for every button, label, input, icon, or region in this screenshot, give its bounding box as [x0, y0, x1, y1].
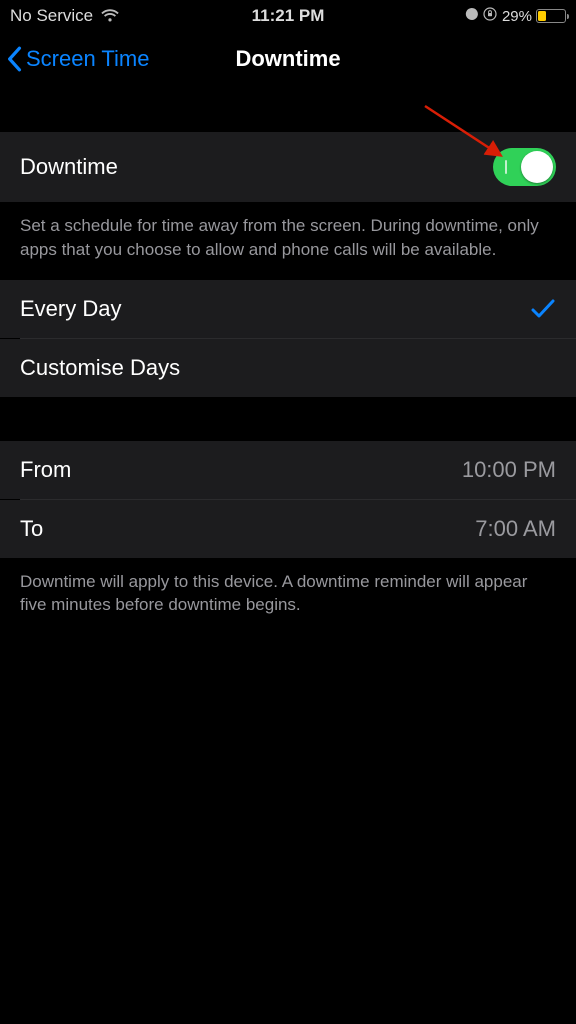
customise-days-label: Customise Days — [20, 355, 180, 381]
to-value: 7:00 AM — [475, 516, 556, 542]
from-time-row[interactable]: From 10:00 PM — [0, 441, 576, 499]
to-label: To — [20, 516, 43, 542]
battery-percent: 29% — [502, 8, 532, 25]
nav-bar: Screen Time Downtime — [0, 30, 576, 88]
back-button[interactable]: Screen Time — [0, 46, 150, 72]
chevron-left-icon — [6, 46, 22, 72]
battery-icon — [536, 9, 566, 23]
moon-icon — [464, 7, 478, 25]
every-day-label: Every Day — [20, 296, 121, 322]
downtime-toggle[interactable] — [493, 148, 556, 186]
from-value: 10:00 PM — [462, 457, 556, 483]
wifi-icon — [101, 9, 119, 23]
checkmark-icon — [530, 298, 556, 320]
status-bar: No Service 11:21 PM 29% — [0, 0, 576, 30]
schedule-every-day-row[interactable]: Every Day — [0, 280, 576, 338]
to-time-row[interactable]: To 7:00 AM — [0, 500, 576, 558]
carrier-text: No Service — [10, 6, 93, 26]
battery-indicator: 29% — [502, 8, 566, 25]
schedule-customise-row[interactable]: Customise Days — [0, 339, 576, 397]
orientation-lock-icon — [483, 7, 497, 25]
downtime-toggle-row: Downtime — [0, 132, 576, 202]
downtime-toggle-label: Downtime — [20, 154, 118, 180]
from-label: From — [20, 457, 71, 483]
footer-note: Downtime will apply to this device. A do… — [0, 558, 576, 636]
downtime-description: Set a schedule for time away from the sc… — [0, 202, 576, 280]
back-label: Screen Time — [26, 46, 150, 72]
